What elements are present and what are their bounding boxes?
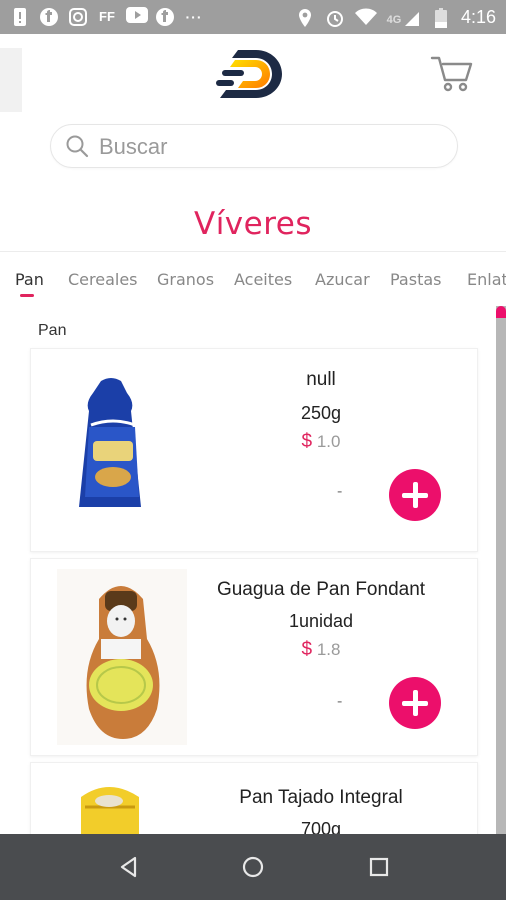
product-name: Pan Tajado Integral xyxy=(239,787,403,808)
search-input[interactable] xyxy=(97,131,441,163)
product-image xyxy=(79,378,141,507)
price-value: 1.0 xyxy=(316,432,341,451)
status-time: 4:16 xyxy=(460,7,496,27)
quantity-value: - xyxy=(337,483,343,500)
product-card[interactable]: Guagua de Pan Fondant 1unidad $ 1.8 - xyxy=(30,558,478,756)
cart-icon[interactable] xyxy=(430,54,474,94)
wifi-icon xyxy=(354,8,377,28)
tab-aceites[interactable]: Aceites xyxy=(234,270,292,289)
recent-apps-icon[interactable] xyxy=(364,852,394,882)
tab-pastas[interactable]: Pastas xyxy=(390,270,441,289)
instagram-icon xyxy=(68,7,88,27)
active-tab-indicator xyxy=(20,294,34,297)
status-bar: FF ··· 4G 4:16 xyxy=(0,0,506,34)
product-size: 1unidad xyxy=(288,611,354,631)
add-to-cart-button[interactable] xyxy=(389,469,441,521)
more-icon: ··· xyxy=(185,9,203,25)
product-name: null xyxy=(306,369,336,390)
facebook-icon xyxy=(155,7,175,27)
product-card[interactable]: null 250g $ 1.0 - xyxy=(30,348,478,552)
app-logo xyxy=(216,50,282,98)
search-bar xyxy=(50,124,458,168)
battery-icon xyxy=(431,7,451,28)
tab-pan[interactable]: Pan xyxy=(15,270,44,289)
tab-azucar[interactable]: Azucar xyxy=(315,270,370,289)
list-section-label: Pan xyxy=(38,322,67,339)
currency-symbol: $ xyxy=(301,431,313,452)
product-name: Guagua de Pan Fondant xyxy=(216,579,426,600)
list-scrollbar[interactable] xyxy=(496,306,506,834)
back-icon[interactable] xyxy=(114,852,144,882)
ff-icon: FF xyxy=(99,9,115,24)
youtube-icon xyxy=(126,7,148,27)
alert-icon xyxy=(10,7,30,27)
facebook-icon xyxy=(39,7,59,27)
alarm-icon xyxy=(325,8,345,28)
home-icon[interactable] xyxy=(238,852,268,882)
tab-granos[interactable]: Granos xyxy=(157,270,214,289)
product-price: $ 1.8 xyxy=(201,639,441,661)
product-image xyxy=(57,569,187,745)
price-value: 1.8 xyxy=(316,640,341,659)
android-nav-bar xyxy=(0,834,506,900)
location-icon xyxy=(295,8,315,28)
product-size: 250g xyxy=(300,403,342,423)
section-title: Víveres xyxy=(193,206,313,242)
tab-enlatados[interactable]: Enlat xyxy=(467,270,506,289)
add-to-cart-button[interactable] xyxy=(389,677,441,729)
signal-icon: 4G xyxy=(385,8,421,28)
tab-cereales[interactable]: Cereales xyxy=(68,270,138,289)
product-price: $ 1.0 xyxy=(201,431,441,453)
currency-symbol: $ xyxy=(301,639,313,660)
quantity-value: - xyxy=(337,693,343,710)
side-drawer-handle[interactable] xyxy=(0,48,22,112)
search-icon xyxy=(66,135,89,158)
scrollbar-thumb[interactable] xyxy=(496,306,506,318)
category-tabs: Pan Cereales Granos Aceites Azucar Pasta… xyxy=(0,251,506,304)
